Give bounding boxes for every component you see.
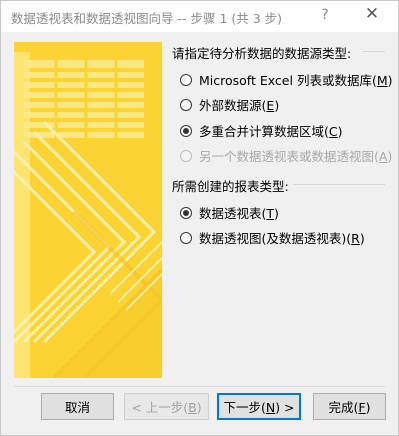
radio-label: 数据透视表(T) [199, 206, 279, 221]
radio-multiple-consolidation[interactable]: 多重合并计算数据区域(C) [180, 121, 343, 140]
radio-excel-list[interactable]: Microsoft Excel 列表或数据库(M) [180, 70, 393, 89]
radio-button[interactable] [180, 124, 192, 137]
cancel-button[interactable]: 取消 [41, 393, 114, 420]
radio-button[interactable] [180, 231, 192, 244]
finish-button[interactable]: 完成(F) [313, 393, 386, 420]
datasource-heading: 请指定待分析数据的数据源类型: [172, 46, 352, 61]
next-button[interactable]: 下一步(N) > [217, 393, 301, 420]
window-title: 数据透视表和数据透视图向导 -- 步骤 1 (共 3 步) [11, 11, 283, 26]
back-button: < 上一步(B) [124, 393, 209, 420]
report-type-heading: 所需创建的报表类型: [172, 179, 289, 194]
radio-label: 另一个数据透视表或数据透视图(A) [199, 149, 393, 164]
help-icon[interactable]: ? [317, 7, 333, 23]
dialog-body: 请指定待分析数据的数据源类型: Microsoft Excel 列表或数据库(M… [1, 32, 398, 435]
radio-pivot-table[interactable]: 数据透视表(T) [180, 203, 279, 222]
wizard-illustration [14, 42, 162, 378]
radio-label: Microsoft Excel 列表或数据库(M) [199, 73, 393, 88]
radio-pivot-chart[interactable]: 数据透视图(及数据透视表)(R) [180, 228, 365, 247]
radio-button[interactable] [180, 73, 192, 86]
radio-external-source[interactable]: 外部数据源(E) [180, 95, 279, 114]
next-button-label: 下一步(N) > [223, 400, 295, 415]
radio-label: 外部数据源(E) [199, 98, 280, 113]
report-type-separator [293, 184, 385, 185]
radio-button[interactable] [180, 98, 192, 111]
radio-button[interactable] [180, 206, 192, 219]
footer-separator [14, 386, 385, 387]
pivot-table-graphic-icon [14, 42, 162, 378]
radio-another-pivot: 另一个数据透视表或数据透视图(A) [180, 146, 392, 165]
radio-label: 多重合并计算数据区域(C) [199, 124, 343, 139]
back-button-label: < 上一步(B) [131, 400, 202, 415]
finish-button-label: 完成(F) [328, 400, 371, 415]
title-bar[interactable]: 数据透视表和数据透视图向导 -- 步骤 1 (共 3 步) ? ✕ [1, 1, 398, 32]
radio-label: 数据透视图(及数据透视表)(R) [199, 231, 365, 246]
cancel-button-label: 取消 [64, 400, 90, 415]
close-icon[interactable]: ✕ [362, 4, 382, 24]
pivot-wizard-dialog: 数据透视表和数据透视图向导 -- 步骤 1 (共 3 步) ? ✕ 请指定待分析… [0, 0, 399, 436]
datasource-separator [363, 51, 385, 52]
radio-button [180, 149, 192, 162]
